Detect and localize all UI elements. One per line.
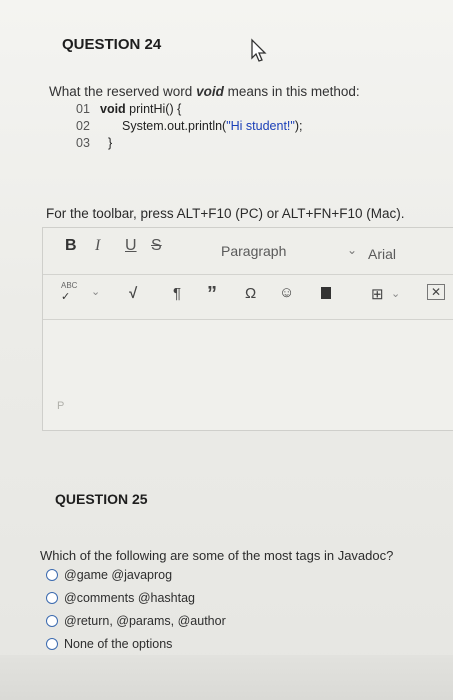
option-label: None of the options: [64, 637, 173, 651]
paragraph-format-select[interactable]: Paragraph ⌄: [213, 238, 363, 264]
strikethrough-button[interactable]: S: [151, 237, 162, 255]
path-indicator: P: [57, 400, 65, 412]
page-bottom-area: [0, 655, 453, 700]
option-label: @game @javaprog: [64, 568, 173, 582]
toolbar-row-1: B I U S Paragraph ⌄ Arial: [43, 228, 453, 275]
math-equation-icon[interactable]: √: [129, 285, 137, 302]
option-label: @comments @hashtag: [64, 591, 195, 605]
code-line: 02 System.out.println("Hi student!");: [76, 118, 303, 135]
radio-button[interactable]: [46, 638, 58, 650]
line-number: 01: [76, 102, 90, 116]
code-keyword: void: [100, 102, 126, 116]
special-character-icon[interactable]: Ω: [245, 285, 256, 302]
code-line: 03}: [76, 135, 303, 152]
table-icon[interactable]: ⊞: [371, 285, 384, 303]
spellcheck-label: ABC: [61, 281, 78, 290]
radio-button[interactable]: [46, 615, 58, 627]
mouse-cursor-icon: [251, 38, 267, 62]
prompt-text-end: means in this method:: [223, 84, 360, 99]
font-family-select[interactable]: Arial: [368, 246, 396, 262]
toolbar-row-2: ABC ✓ ⌄ √ ¶ ” Ω ☺ ⊞ ⌄ ✕: [43, 275, 453, 320]
rich-text-editor: B I U S Paragraph ⌄ Arial ABC ✓ ⌄ √ ¶ ” Ω…: [42, 227, 453, 431]
prompt-text: What the reserved word: [49, 84, 197, 99]
chevron-down-icon[interactable]: ⌄: [91, 285, 100, 298]
page: QUESTION 24 What the reserved word void …: [0, 0, 453, 700]
fullscreen-icon[interactable]: ✕: [427, 284, 446, 300]
paragraph-select-label: Paragraph: [221, 243, 287, 259]
checkmark-icon: ✓: [61, 291, 71, 303]
chevron-down-icon: ⌄: [346, 243, 357, 257]
editor-text-area[interactable]: P: [43, 320, 453, 430]
underline-button[interactable]: U: [125, 237, 137, 255]
italic-button[interactable]: I: [95, 237, 100, 255]
bold-button[interactable]: B: [65, 237, 77, 255]
code-text: System.out.println(: [122, 119, 227, 133]
code-text: printHi() {: [125, 102, 182, 116]
code-text: }: [108, 136, 113, 150]
question-25-prompt: Which of the following are some of the m…: [40, 548, 394, 563]
line-number: 02: [76, 119, 90, 133]
bookmark-icon[interactable]: [321, 287, 331, 299]
code-text: );: [294, 119, 303, 133]
quote-icon[interactable]: ”: [207, 283, 217, 306]
option-label: @return, @params, @author: [64, 614, 226, 628]
chevron-down-icon[interactable]: ⌄: [391, 287, 400, 300]
radio-button[interactable]: [46, 569, 58, 581]
radio-button[interactable]: [46, 592, 58, 604]
question-25-heading: QUESTION 25: [55, 491, 148, 507]
line-number: 03: [76, 136, 90, 150]
code-line: 01 void printHi() {: [76, 101, 303, 118]
question-24-heading: QUESTION 24: [62, 36, 162, 53]
prompt-keyword: void: [196, 84, 224, 99]
paragraph-mark-icon[interactable]: ¶: [173, 285, 181, 302]
toolbar-hint: For the toolbar, press ALT+F10 (PC) or A…: [46, 206, 405, 221]
spellcheck-button[interactable]: ABC ✓: [61, 281, 77, 303]
code-block: 01 void printHi() { 02 System.out.println(…: [76, 101, 303, 152]
code-string: "Hi student!": [226, 119, 295, 133]
question-24-prompt: What the reserved word void means in thi…: [49, 84, 360, 99]
emoji-icon[interactable]: ☺: [279, 284, 294, 301]
